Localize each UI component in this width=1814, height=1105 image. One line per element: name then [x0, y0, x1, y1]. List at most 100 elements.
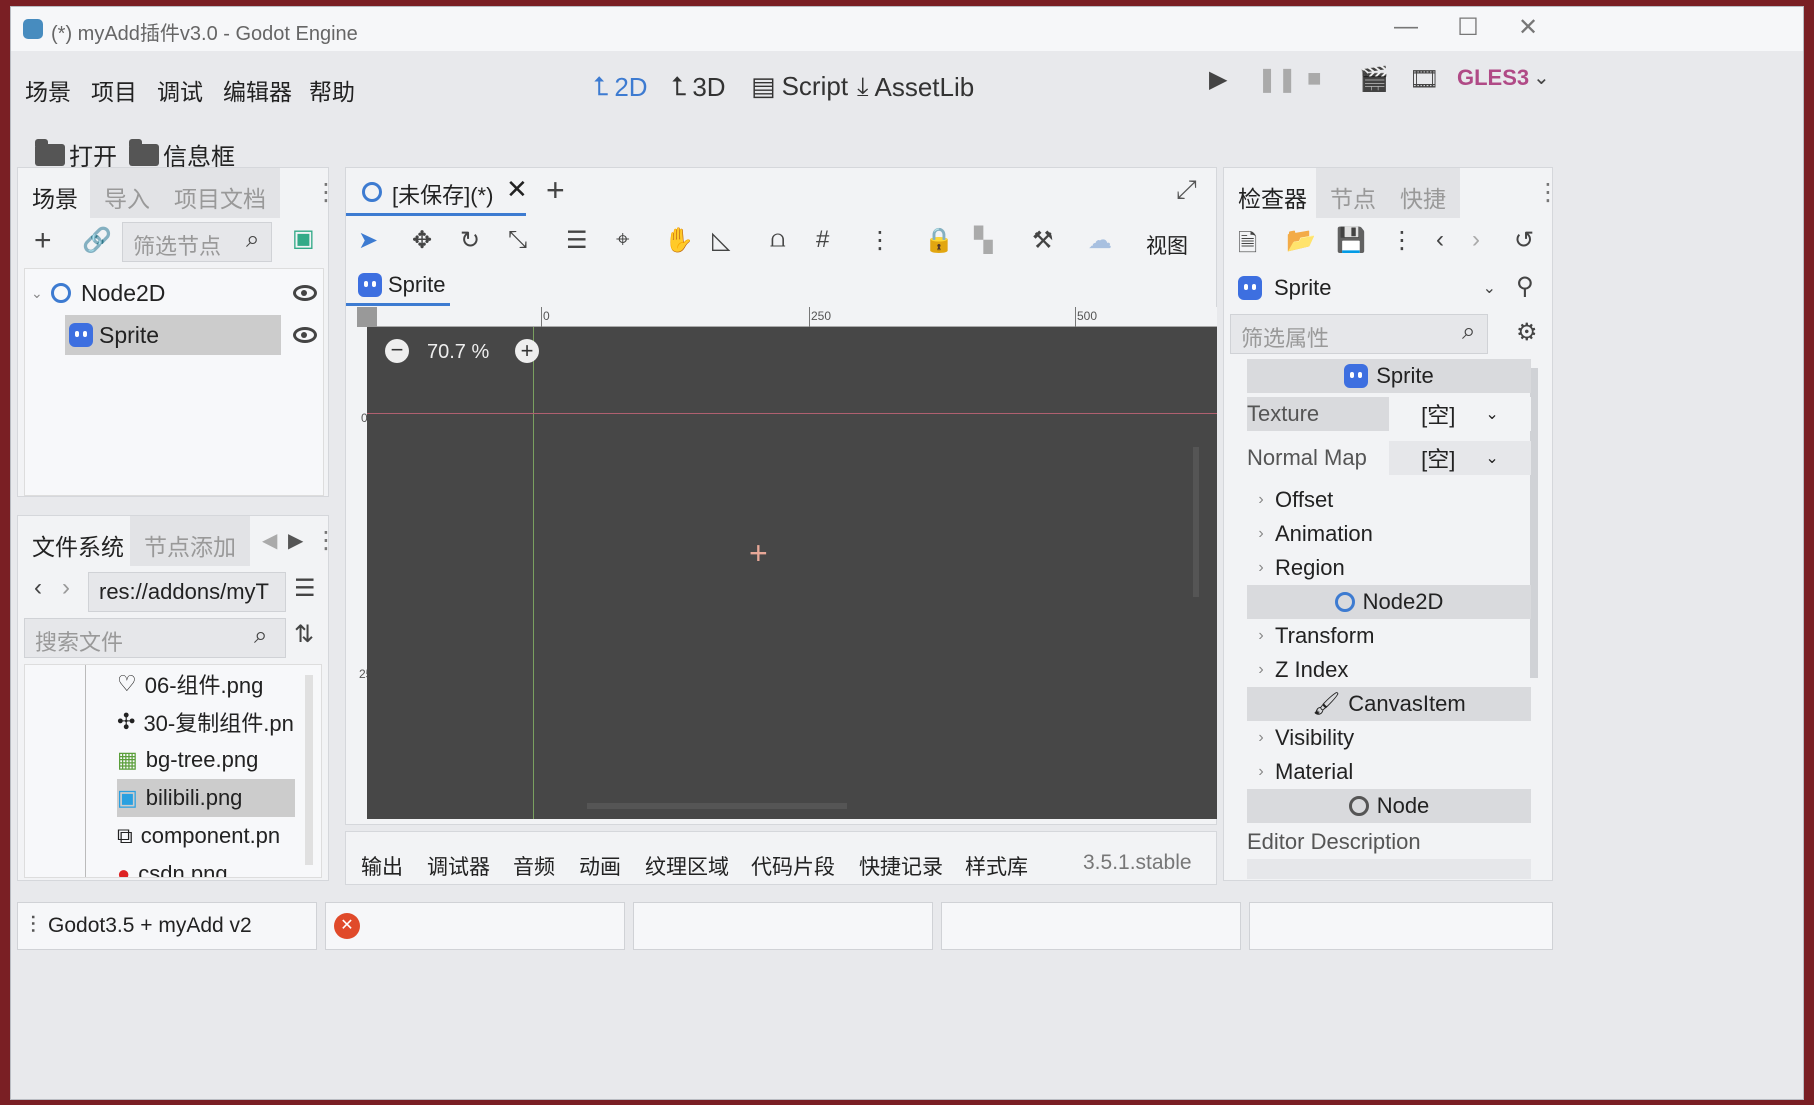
view-menu[interactable]: 视图 [1146, 230, 1188, 260]
normal-map-resource-picker[interactable]: [空] ⌄ [1389, 441, 1531, 475]
h-scrollbar[interactable] [587, 803, 847, 809]
add-node-icon[interactable]: + [34, 224, 52, 258]
tab-node[interactable]: 节点 [1316, 168, 1390, 218]
task-slot-1[interactable]: ✕ [325, 902, 625, 950]
node-tab[interactable]: Sprite [346, 266, 450, 306]
tab-scene[interactable]: 场景 [18, 168, 92, 218]
distraction-free-icon[interactable]: ⤢ [1176, 174, 1197, 206]
menu-editor[interactable]: 编辑器 [223, 73, 292, 107]
tab-output[interactable]: 输出 [361, 851, 403, 881]
scale-tool-icon[interactable]: ⤡ [508, 226, 527, 254]
stop-icon[interactable]: ■ [1307, 65, 1322, 93]
save-resource-icon[interactable]: 💾 [1336, 226, 1366, 255]
tab-inspector[interactable]: 检查器 [1224, 168, 1321, 218]
history-back-icon[interactable]: ‹ [1436, 226, 1444, 254]
rotate-tool-icon[interactable]: ↻ [460, 226, 480, 255]
tab-code-snippets[interactable]: 代码片段 [751, 851, 835, 881]
grid-snap-icon[interactable]: # [816, 226, 829, 254]
editor-description-field[interactable] [1247, 859, 1531, 879]
group-offset[interactable]: › Offset [1247, 483, 1531, 517]
group-material[interactable]: › Material [1247, 755, 1531, 789]
pivot-tool-icon[interactable]: ⌖ [616, 226, 630, 254]
more-icon[interactable]: ⋮ [314, 178, 338, 207]
new-resource-icon[interactable]: 🗎 [1238, 226, 1257, 267]
lock-icon[interactable]: 🔒 [924, 226, 954, 255]
workspace-script[interactable]: ▤ Script [751, 71, 848, 102]
next-tab-icon[interactable]: ▶ [288, 528, 303, 553]
chevron-down-icon[interactable]: ⌄ [31, 285, 51, 302]
workspace-3d[interactable]: ⮤ 3D [671, 71, 726, 103]
chevron-down-icon[interactable]: ⌄ [1533, 65, 1550, 90]
bone-icon[interactable]: ⚒ [1032, 226, 1054, 255]
task-slot-4[interactable] [1249, 902, 1553, 950]
camera-icon[interactable]: ☁ [1088, 226, 1112, 255]
list-item[interactable]: ● csdn.png [117, 855, 228, 877]
move-tool-icon[interactable]: ✥ [412, 226, 432, 255]
list-item[interactable]: ⧉ component.pn [117, 817, 280, 855]
list-item[interactable]: ▣ bilibili.png [117, 779, 242, 817]
prev-tab-icon[interactable]: ◀ [262, 528, 277, 553]
filter-properties-input[interactable]: 筛选属性 [1230, 314, 1488, 354]
search-files-input[interactable]: 搜索文件 [24, 618, 286, 658]
tab-quick[interactable]: 快捷 [1386, 168, 1460, 218]
task-slot-3[interactable] [941, 902, 1241, 950]
zoom-level[interactable]: 70.7 % [427, 341, 489, 364]
tab-debugger[interactable]: 调试器 [427, 851, 490, 881]
tab-animation[interactable]: 动画 [579, 851, 621, 881]
tree-item-node2d[interactable]: ⌄ Node2D [31, 273, 321, 313]
tab-quick-notes[interactable]: 快捷记录 [859, 851, 943, 881]
object-selector[interactable]: Sprite ⌄ [1230, 268, 1496, 308]
load-resource-icon[interactable]: 📂 [1286, 226, 1316, 255]
more-icon[interactable]: ⋮ [1536, 178, 1560, 207]
pan-tool-icon[interactable]: ✋ [664, 226, 694, 255]
group-animation[interactable]: › Animation [1247, 517, 1531, 551]
close-button[interactable]: ✕ [1503, 13, 1553, 42]
zoom-out-button[interactable]: − [385, 339, 409, 363]
link-icon[interactable]: 🔗 [82, 226, 112, 255]
error-icon[interactable]: ✕ [334, 913, 360, 939]
tab-style-library[interactable]: 样式库 [965, 851, 1028, 881]
list-item[interactable]: ▦ bg-tree.png [117, 741, 258, 779]
history-icon[interactable]: ↺ [1514, 226, 1534, 255]
snap-options-icon[interactable]: ⋮ [868, 226, 892, 255]
back-icon[interactable]: ‹ [34, 574, 42, 602]
workspace-2d[interactable]: ⮤ 2D [593, 71, 648, 103]
play-icon[interactable]: ▶ [1209, 65, 1227, 94]
visibility-eye-icon[interactable] [293, 285, 317, 301]
smart-snap-icon[interactable]: ⩍ [770, 226, 786, 254]
play-custom-scene-icon[interactable]: 🎞 [1409, 65, 1439, 94]
renderer-select[interactable]: GLES3 [1457, 65, 1529, 91]
scene-tab[interactable]: [未保存](*) ✕ [346, 168, 528, 216]
group-visibility[interactable]: › Visibility [1247, 721, 1531, 755]
project-status[interactable]: ⫶ Godot3.5 + myAdd v2 [17, 902, 317, 950]
history-forward-icon[interactable]: › [1472, 226, 1480, 254]
path-field[interactable]: res://addons/myT [88, 572, 286, 612]
more-icon[interactable]: ⋮ [314, 526, 338, 555]
tab-project-docs[interactable]: 项目文档 [160, 168, 280, 218]
tab-import[interactable]: 导入 [90, 168, 164, 218]
close-tab-icon[interactable]: ✕ [506, 174, 528, 205]
select-tool-icon[interactable]: ➤ [358, 226, 378, 255]
maximize-button[interactable]: ☐ [1443, 13, 1493, 42]
task-slot-2[interactable] [633, 902, 933, 950]
tab-node-add[interactable]: 节点添加 [130, 516, 250, 566]
2d-viewport[interactable]: − 70.7 % + + [367, 327, 1217, 819]
menu-scene[interactable]: 场景 [25, 73, 71, 107]
ruler-tool-icon[interactable]: ◺ [712, 226, 730, 255]
scrollbar[interactable] [305, 675, 313, 865]
forward-icon[interactable]: › [62, 574, 70, 602]
pause-icon[interactable]: ❚❚ [1257, 65, 1297, 94]
minimize-button[interactable]: — [1381, 13, 1431, 41]
tools-icon[interactable]: ⚙ [1516, 318, 1538, 347]
v-scrollbar[interactable] [1193, 447, 1199, 597]
workspace-assetlib[interactable]: ⤓ AssetLib [857, 71, 974, 103]
group-region[interactable]: › Region [1247, 551, 1531, 585]
zoom-in-button[interactable]: + [515, 339, 539, 363]
list-item[interactable]: ♡ 06-组件.png [117, 665, 263, 703]
tab-texture-region[interactable]: 纹理区域 [645, 851, 729, 881]
inspector-scrollbar[interactable] [1530, 368, 1538, 678]
tree-item-sprite[interactable]: Sprite [69, 315, 319, 355]
list-item[interactable]: ✣ 30-复制组件.pn [117, 703, 294, 741]
list-select-icon[interactable]: ☰ [566, 226, 588, 255]
group-transform[interactable]: › Transform [1247, 619, 1531, 653]
